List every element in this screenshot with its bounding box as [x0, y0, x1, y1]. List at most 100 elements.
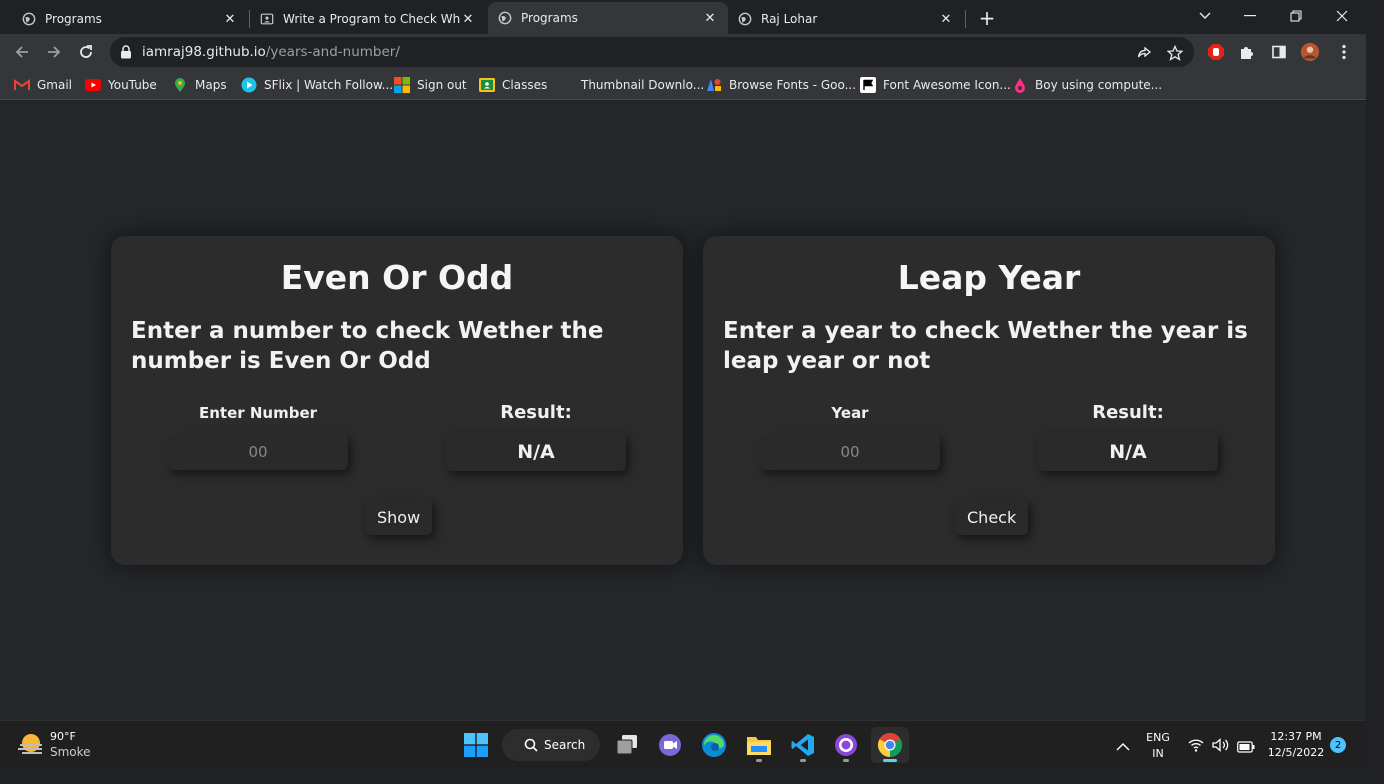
window-close-icon[interactable]: [1330, 4, 1354, 28]
tab-programs-active[interactable]: Programs ✕: [488, 2, 728, 34]
notification-badge[interactable]: 2: [1330, 737, 1346, 753]
vscode-icon[interactable]: [784, 727, 822, 763]
bookmark-label: Classes: [502, 78, 548, 92]
language-region[interactable]: IN: [1140, 746, 1176, 761]
bookmark-font-awesome[interactable]: Font Awesome Icon...: [860, 76, 1011, 94]
share-icon[interactable]: [1134, 43, 1154, 63]
profile-avatar[interactable]: [1300, 42, 1320, 62]
minimize-icon[interactable]: [1238, 4, 1262, 28]
volume-icon[interactable]: [1212, 737, 1230, 756]
bookmark-gmail[interactable]: Gmail: [14, 76, 72, 94]
fontawesome-icon: [860, 77, 876, 93]
blank-icon: [558, 77, 574, 93]
bookmark-boy-using-computer[interactable]: Boy using compute...: [1012, 76, 1162, 94]
search-icon: [524, 738, 538, 752]
tab-write-program[interactable]: Write a Program to Check Wheth ✕: [250, 4, 486, 34]
edge-icon[interactable]: [695, 727, 733, 763]
bookmark-label: SFlix | Watch Follow...: [264, 78, 394, 92]
even-odd-result-value: N/A: [446, 433, 626, 471]
check-button[interactable]: Check: [955, 499, 1029, 535]
bookmark-sflix[interactable]: SFlix | Watch Follow...: [241, 76, 393, 94]
youtube-icon: [85, 77, 101, 93]
windows-start-icon[interactable]: [457, 727, 495, 763]
google-fonts-icon: [706, 77, 722, 93]
pink-drop-icon: [1012, 77, 1028, 93]
globe-icon: [22, 12, 36, 26]
address-bar[interactable]: iamraj98.github.io/years-and-number/: [110, 37, 1194, 67]
search-label: Search: [544, 738, 586, 752]
github-desktop-icon[interactable]: [827, 727, 865, 763]
clock-time[interactable]: 12:37 PM: [1264, 729, 1328, 744]
bookmark-sign-out[interactable]: Sign out: [394, 76, 467, 94]
show-button[interactable]: Show: [365, 499, 433, 535]
bookmark-star-icon[interactable]: [1165, 43, 1185, 63]
tab-search-chevron-icon[interactable]: [1193, 4, 1217, 28]
running-indicator: [756, 759, 762, 762]
number-input[interactable]: [168, 434, 348, 470]
weather-icon[interactable]: [16, 731, 46, 759]
year-label: Year: [831, 404, 869, 422]
reload-icon[interactable]: [74, 40, 98, 64]
tray-overflow-chevron-icon[interactable]: [1116, 737, 1130, 756]
leap-year-card: Leap Year Enter a year to check Wether t…: [703, 236, 1275, 565]
bookmark-classes[interactable]: Classes: [479, 76, 547, 94]
restore-icon[interactable]: [1284, 4, 1308, 28]
year-input[interactable]: [760, 434, 940, 470]
maps-icon: [172, 77, 188, 93]
tab-programs-1[interactable]: Programs ✕: [12, 4, 248, 34]
tab-raj-lohar[interactable]: Raj Lohar ✕: [728, 4, 964, 34]
close-icon[interactable]: ✕: [460, 12, 476, 27]
running-indicator: [843, 759, 849, 762]
lock-icon[interactable]: [120, 45, 132, 59]
windows-taskbar: 90°F Smoke Search ENG IN 12:37 PM 12/5/2…: [0, 720, 1366, 768]
bookmark-youtube[interactable]: YouTube: [85, 76, 157, 94]
bookmark-label: Gmail: [37, 78, 73, 92]
close-icon[interactable]: ✕: [938, 12, 954, 27]
microsoft-icon: [394, 77, 410, 93]
weather-desc[interactable]: Smoke: [50, 745, 91, 760]
language-code[interactable]: ENG: [1140, 730, 1176, 745]
tab-title: Raj Lohar: [761, 12, 818, 26]
even-odd-title: Even Or Odd: [280, 258, 514, 297]
chrome-menu-icon[interactable]: [1334, 42, 1354, 62]
running-indicator: [800, 759, 806, 762]
new-tab-button[interactable]: +: [976, 6, 998, 30]
forward-arrow-icon[interactable]: [42, 40, 66, 64]
file-explorer-icon[interactable]: [740, 727, 778, 763]
tab-title: Programs: [521, 11, 578, 25]
tab-title: Programs: [45, 12, 102, 26]
close-icon[interactable]: ✕: [702, 11, 718, 26]
page-icon: [260, 13, 274, 25]
bookmark-label: Boy using compute...: [1035, 78, 1163, 92]
adblock-extension-icon[interactable]: [1206, 42, 1226, 62]
bookmark-thumbnail-downloader[interactable]: Thumbnail Downlo...: [558, 76, 704, 94]
bookmark-label: Sign out: [417, 78, 467, 92]
tab-title: Write a Program to Check Wheth: [283, 12, 460, 26]
bookmark-maps[interactable]: Maps: [172, 76, 227, 94]
back-arrow-icon[interactable]: [10, 40, 34, 64]
tab-divider: [965, 10, 966, 28]
even-odd-description: Enter a number to check Wether the numbe…: [131, 318, 604, 374]
gmail-icon: [14, 77, 30, 93]
extensions-puzzle-icon[interactable]: [1237, 42, 1257, 62]
task-view-icon[interactable]: [608, 727, 646, 763]
wifi-icon[interactable]: [1188, 737, 1204, 756]
bookmark-browse-fonts[interactable]: Browse Fonts - Goo...: [706, 76, 856, 94]
chrome-taskbar-icon[interactable]: [871, 727, 909, 763]
teams-chat-icon[interactable]: [651, 727, 689, 763]
clock-date[interactable]: 12/5/2022: [1264, 745, 1328, 760]
classroom-icon: [479, 77, 495, 93]
close-icon[interactable]: ✕: [222, 12, 238, 27]
globe-icon: [498, 11, 512, 25]
side-panel-icon[interactable]: [1269, 42, 1289, 62]
weather-temp[interactable]: 90°F: [50, 729, 76, 744]
even-odd-result-label: Result:: [500, 402, 572, 423]
tab-strip: Programs ✕ Write a Program to Check Whet…: [0, 0, 1366, 34]
bookmark-label: Thumbnail Downlo...: [581, 78, 705, 92]
taskbar-search-button[interactable]: Search: [502, 729, 600, 761]
page-content: Even Or Odd Enter a number to check Weth…: [0, 101, 1366, 720]
globe-icon: [738, 12, 752, 26]
leap-year-result-label: Result:: [1092, 402, 1164, 423]
battery-icon[interactable]: [1237, 738, 1255, 757]
url-text[interactable]: iamraj98.github.io/years-and-number/: [142, 44, 400, 60]
